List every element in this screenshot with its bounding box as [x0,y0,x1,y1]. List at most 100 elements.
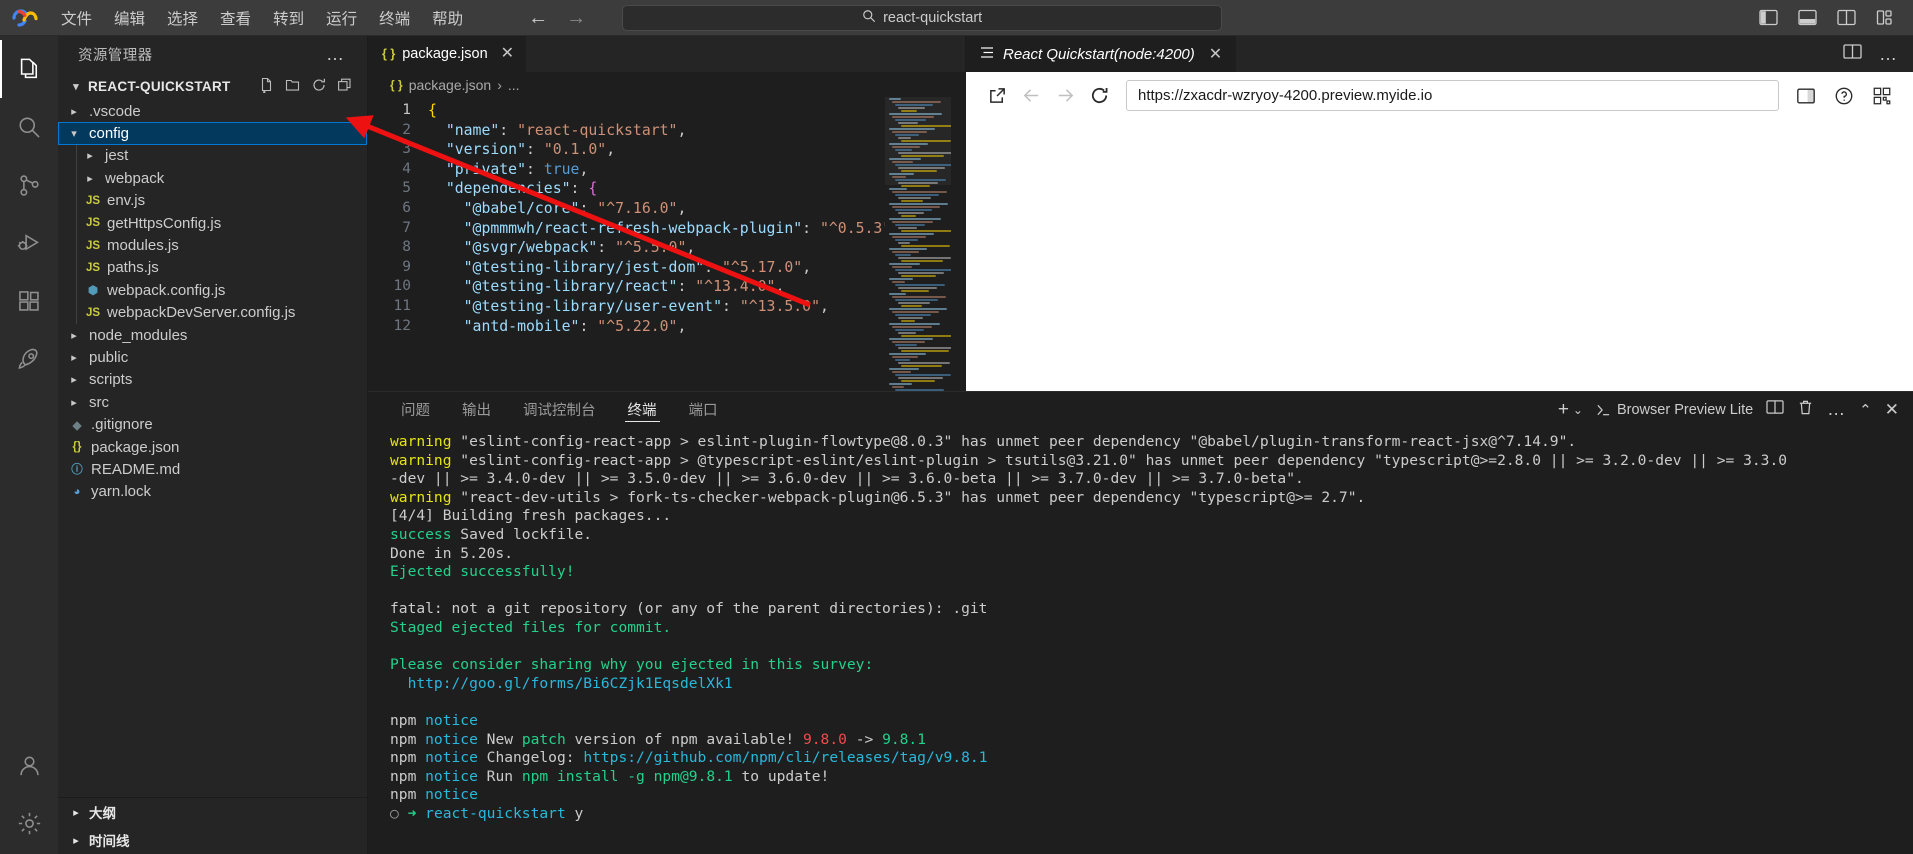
terminal-output[interactable]: warning "eslint-config-react-app > eslin… [368,427,1913,854]
tree-item-config[interactable]: ▾ config [58,122,367,145]
close-icon[interactable]: ✕ [1209,44,1222,64]
terminal-segment: ➜ [407,804,426,822]
chevron-down-icon: ⌄ [1572,402,1583,417]
open-external-icon[interactable] [980,79,1014,113]
timeline-label: 时间线 [89,834,130,849]
menu-file[interactable]: 文件 [50,3,103,33]
new-folder-icon[interactable] [285,77,301,96]
activity-search[interactable] [0,98,58,156]
panel-tab-问题[interactable]: 问题 [390,392,441,427]
code-editor[interactable]: 1 2 3 4 5 6 7 8 9 10 11 12 { "name": "react-quickst… [368,97,965,391]
customize-layout-icon[interactable] [1876,9,1895,26]
toggle-secondary-sidebar-icon[interactable] [1837,9,1856,26]
browser-preview-content[interactable] [966,119,1913,391]
toggle-panel-icon[interactable] [1798,9,1817,26]
activity-run-and-debug[interactable] [0,214,58,272]
activity-accounts[interactable] [0,736,58,794]
sidebar-more-actions[interactable]: … [326,44,347,65]
tree-item-readme-md[interactable]: ⓘ README.md [58,458,367,480]
tree-item-webpack-config-js[interactable]: ⬢ webpack.config.js [58,279,367,302]
minimap-line [898,197,931,199]
minimap[interactable] [885,97,951,391]
minimap-line [892,161,913,163]
tree-item-env-js[interactable]: JS env.js [58,189,367,212]
menu-run[interactable]: 运行 [315,3,368,33]
tree-item-scripts[interactable]: ▸ scripts [58,369,367,391]
tree-item-public[interactable]: ▸ public [58,346,367,368]
menu-terminal[interactable]: 终端 [368,3,421,33]
panel-more-actions[interactable]: … [1827,399,1846,420]
tree-item-webpack[interactable]: ▸ webpack [58,167,367,190]
activity-source-control[interactable] [0,156,58,214]
activity-manage-settings[interactable] [0,794,58,852]
code-token: "^13.5.0" [739,297,820,315]
quick-open-search[interactable]: react-quickstart [622,4,1223,31]
maximize-panel-icon[interactable]: ⌃ [1859,401,1872,419]
tree-item-node-modules[interactable]: ▸ node_modules [58,324,367,346]
code-token: "private" [428,160,526,178]
editor-scrollbar[interactable] [951,97,965,391]
browser-reload-button[interactable] [1082,79,1116,113]
new-terminal-button[interactable]: + ⌄ [1558,400,1583,419]
tab-package-json[interactable]: { } package.json ✕ [368,36,528,72]
tree-item-yarn-lock[interactable]: ◕ yarn.lock [58,481,367,503]
tree-item-label: package.json [91,438,180,456]
panel-tab-终端[interactable]: 终端 [617,392,668,427]
new-file-icon[interactable] [259,77,275,96]
tree-item-webpackdevserver-config-js[interactable]: JS webpackDevServer.config.js [58,301,367,324]
tree-item-paths-js[interactable]: JS paths.js [58,256,367,280]
forward-arrow-icon[interactable]: → [566,8,586,28]
menu-go[interactable]: 转到 [262,3,315,33]
collapse-all-icon[interactable] [337,77,353,96]
terminal-segment: patch [521,730,566,748]
refresh-icon[interactable] [311,77,327,96]
menu-help[interactable]: 帮助 [421,3,474,33]
tree-item-gethttpsconfig-js[interactable]: JS getHttpsConfig.js [58,211,367,235]
timeline-section[interactable]: ▸ 时间线 [58,826,367,854]
breadcrumb-tail[interactable]: ... [508,77,520,93]
project-section-header[interactable]: ▾ REACT-QUICKSTART [58,72,367,100]
editor-preview-row: { } package.json ✕ { } package.json › ..… [368,36,1913,391]
minimap-line [898,182,938,184]
browser-preview-lite-item[interactable]: Browser Preview Lite [1596,402,1753,418]
outline-section[interactable]: ▸ 大纲 [58,798,367,826]
trash-icon[interactable] [1797,399,1814,421]
activity-extensions[interactable] [0,272,58,330]
panel-tab-端口[interactable]: 端口 [678,392,729,427]
breadcrumb-file[interactable]: package.json [409,77,492,93]
help-icon[interactable] [1827,79,1861,113]
menu-view[interactable]: 查看 [209,3,262,33]
activity-explorer[interactable] [0,40,58,98]
tree-item-label: getHttpsConfig.js [107,214,222,232]
minimap-line [898,272,944,274]
menu-edit[interactable]: 编辑 [103,3,156,33]
line-number: 11 [393,297,411,314]
toggle-primary-sidebar-icon[interactable] [1759,9,1778,26]
panel-tab-输出[interactable]: 输出 [451,392,502,427]
tab-react-quickstart-preview[interactable]: React Quickstart(node:4200) ✕ [966,36,1237,72]
tree-item-vscode[interactable]: ▸ .vscode [58,100,367,122]
tree-item-jest[interactable]: ▸ jest [58,144,367,168]
split-terminal-icon[interactable] [1766,399,1784,420]
browser-url-input[interactable]: https://zxacdr-wzryoy-4200.preview.myide… [1126,80,1779,111]
code-content[interactable]: { "name": "react-quickstart", "version":… [422,97,885,391]
menu-selection[interactable]: 选择 [156,3,209,33]
devtools-icon[interactable] [1789,79,1823,113]
split-editor-icon[interactable] [1843,43,1862,65]
qrcode-icon[interactable] [1865,79,1899,113]
tree-item-gitignore[interactable]: ◆ .gitignore [58,413,367,435]
code-line: "@testing-library/react": "^13.4.0", [428,277,885,297]
close-panel-icon[interactable]: ✕ [1885,400,1899,420]
tree-item-modules-js[interactable]: JS modules.js [58,234,367,257]
chevron-right-icon: ▸ [87,150,93,163]
preview-more-actions[interactable]: … [1879,44,1898,65]
panel-tab-调试控制台[interactable]: 调试控制台 [512,392,607,427]
browser-forward-button[interactable] [1048,79,1082,113]
tree-item-src[interactable]: ▸ src [58,391,367,413]
activity-remote-explorer[interactable] [0,330,58,388]
back-arrow-icon[interactable]: ← [528,8,548,28]
minimap-line [895,359,910,361]
close-icon[interactable]: ✕ [501,46,514,62]
tree-item-package-json[interactable]: {} package.json [58,436,367,458]
browser-back-button[interactable] [1014,79,1048,113]
